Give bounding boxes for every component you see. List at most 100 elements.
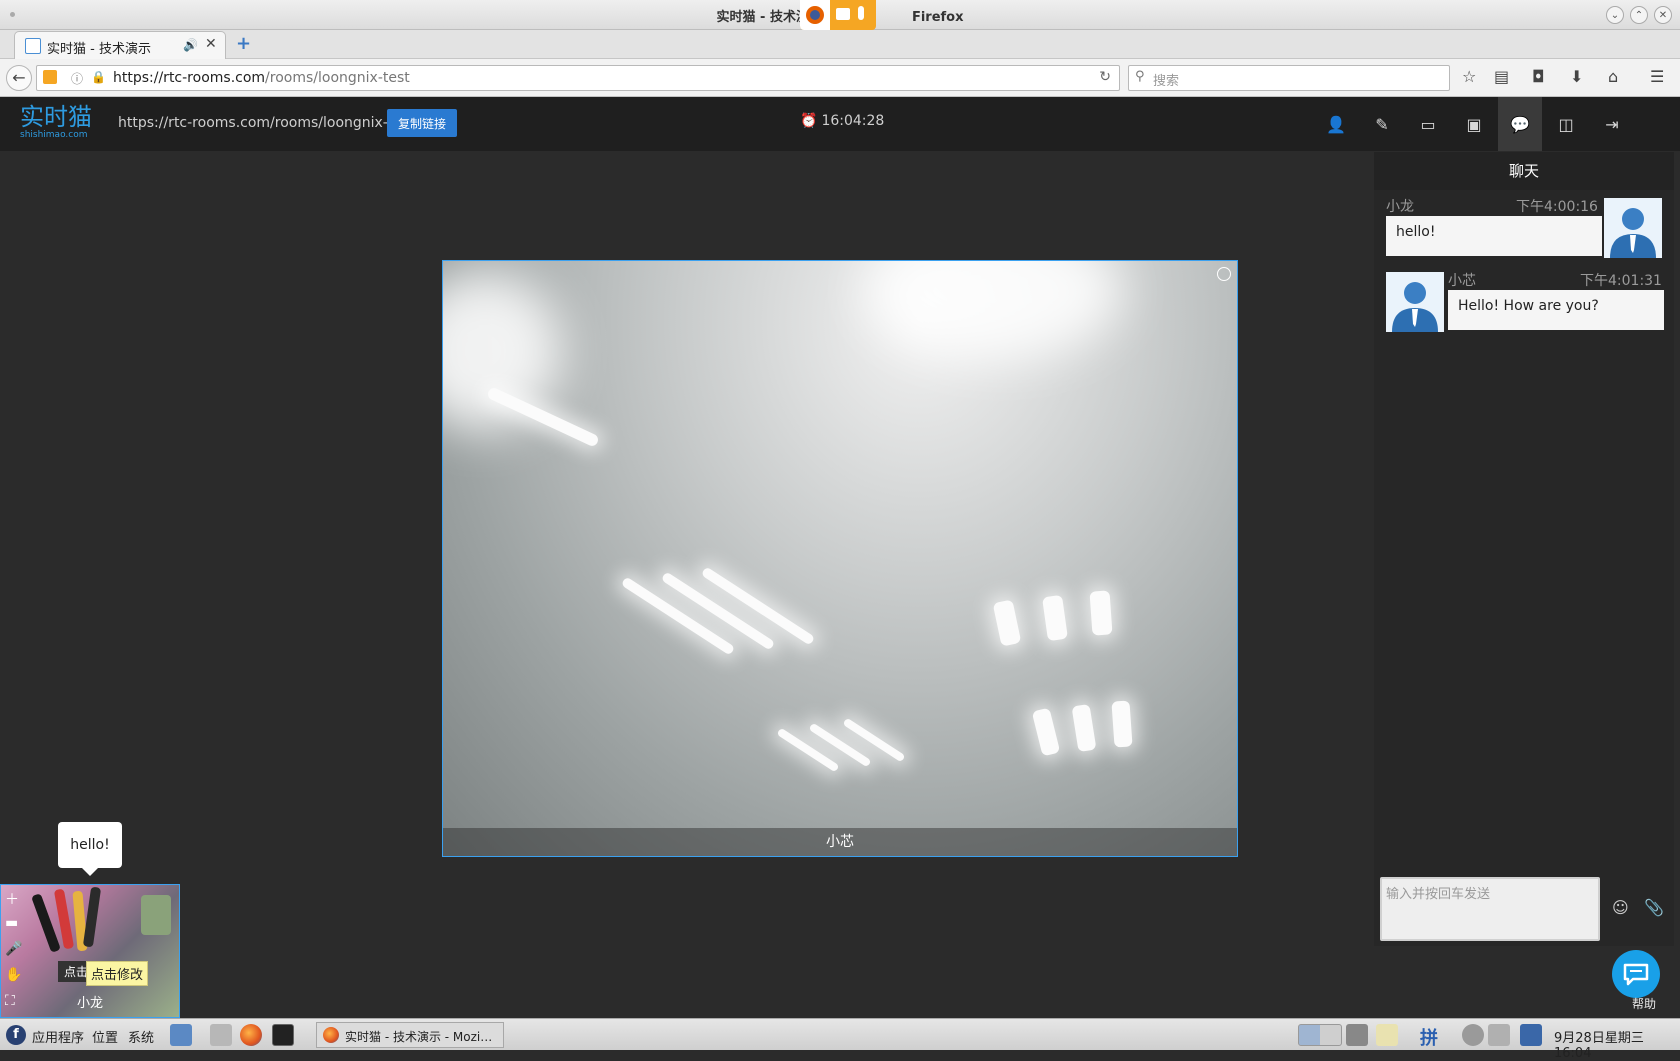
search-placeholder: 搜索	[1153, 74, 1180, 89]
network-icon[interactable]	[1520, 1024, 1542, 1046]
chat-message: 小龙 下午4:00:16 hello!	[1374, 196, 1674, 262]
home-icon[interactable]: ⌂	[1608, 67, 1618, 86]
exit-icon[interactable]: ⇥	[1590, 97, 1634, 151]
screenshot-icon[interactable]	[1346, 1024, 1368, 1046]
camera-icon	[836, 8, 850, 20]
clock-datetime[interactable]: 9月28日星期三 16:04	[1554, 1027, 1680, 1061]
call-clock: ⏰ 16:04:28	[800, 113, 884, 129]
chat-panel: 聊天 小龙 下午4:00:16 hello! 小芯 下午4:01:31 Hell…	[1374, 152, 1674, 946]
logo-domain: shishimao.com	[20, 130, 88, 140]
terminal-icon[interactable]	[272, 1024, 294, 1046]
navigation-bar: ← ⓘ 🔒 https://rtc-rooms.com/rooms/loongn…	[0, 59, 1680, 97]
local-video-name[interactable]: 小龙	[1, 992, 179, 1011]
camera-toggle-icon[interactable]: ▬	[5, 915, 18, 931]
fedora-logo-icon[interactable]: f	[6, 1025, 26, 1045]
hand-icon[interactable]: ✋	[5, 967, 22, 983]
firefox-icon	[323, 1027, 339, 1043]
chat-input[interactable]: 输入并按回车发送	[1380, 877, 1600, 941]
window-titlebar: 实时猫 - 技术演示 Firefox ⌄ ⌃ ✕	[0, 0, 1680, 30]
microphone-toggle-icon[interactable]: 🎤	[5, 941, 22, 957]
info-icon[interactable]: ⓘ	[71, 70, 83, 87]
tab-strip: 实时猫 - 技术演示 🔊 ✕ +	[0, 30, 1680, 59]
microphone-tray-icon[interactable]	[1462, 1024, 1484, 1046]
edit-icon[interactable]: ✎	[1360, 97, 1404, 151]
firefox-launcher-icon[interactable]	[240, 1024, 262, 1046]
reload-icon[interactable]: ↻	[1099, 69, 1111, 85]
ceiling-light	[1089, 590, 1113, 636]
ceiling-light	[1031, 707, 1061, 757]
alarm-clock-icon: ⏰	[800, 113, 818, 129]
download-icon[interactable]: ⬇	[1570, 67, 1583, 86]
screen-share-icon[interactable]: ▭	[1406, 97, 1450, 151]
logo-chinese: 实时猫	[20, 103, 92, 131]
message-bubble: hello!	[1386, 216, 1602, 256]
tab-label: 实时猫 - 技术演示	[47, 42, 151, 57]
search-bar[interactable]: ⚲ 搜索	[1128, 65, 1450, 91]
file-manager-icon[interactable]	[170, 1024, 192, 1046]
close-window-button[interactable]: ✕	[1654, 6, 1672, 24]
browser-tab[interactable]: 实时猫 - 技术演示 🔊 ✕	[14, 31, 226, 59]
notes-icon[interactable]	[1376, 1024, 1398, 1046]
video-info-icon[interactable]	[1217, 267, 1231, 281]
app-logo[interactable]: 实时猫 shishimao.com	[20, 104, 92, 140]
app-header: 实时猫 shishimao.com https://rtc-rooms.com/…	[0, 97, 1680, 151]
room-url: https://rtc-rooms.com/rooms/loongnix-tes…	[118, 115, 415, 131]
hamburger-menu-icon[interactable]: ☰	[1650, 67, 1664, 86]
media-sharing-indicator[interactable]	[800, 0, 876, 30]
firefox-icon	[800, 0, 830, 30]
close-tab-icon[interactable]: ✕	[205, 36, 217, 52]
ceiling-light	[1111, 700, 1133, 748]
bookmark-star-icon[interactable]: ☆	[1462, 67, 1476, 86]
url-text[interactable]: https://rtc-rooms.com/rooms/loongnix-tes…	[113, 70, 410, 86]
ceiling-light	[1071, 703, 1097, 753]
video-object	[141, 895, 171, 935]
ceiling-glow	[443, 271, 563, 431]
maximize-button[interactable]: ⌃	[1630, 6, 1648, 24]
ceiling-glow	[863, 261, 1123, 361]
clock-time: 16:04:28	[821, 113, 885, 129]
attachment-icon[interactable]: 📎	[1644, 898, 1664, 917]
document-icon[interactable]	[210, 1024, 232, 1046]
chat-bubble-icon	[1623, 963, 1649, 986]
back-button[interactable]: ←	[6, 65, 32, 91]
speaker-icon[interactable]: 🔊	[183, 38, 198, 52]
os-taskbar: f 应用程序 位置 系统 实时猫 - 技术演示 - Mozi… 拼 9月28日星…	[0, 1018, 1680, 1061]
message-sender: 小龙	[1386, 199, 1414, 215]
local-video[interactable]: ＋ ▬ 🎤 ✋ ⛶ 小龙	[0, 884, 180, 1018]
workspace-switcher[interactable]	[1298, 1024, 1342, 1046]
message-bubble: Hello! How are you?	[1448, 290, 1664, 330]
avatar	[1386, 272, 1444, 332]
layout-icon[interactable]: ◫	[1544, 97, 1588, 151]
minimize-button[interactable]: ⌄	[1606, 6, 1624, 24]
video-object	[82, 886, 102, 948]
copy-link-button[interactable]: 复制链接	[387, 109, 457, 137]
add-icon[interactable]: ＋	[5, 889, 19, 909]
remote-video[interactable]: 小芯	[442, 260, 1238, 857]
reading-list-icon[interactable]: ▤	[1494, 67, 1509, 86]
places-menu[interactable]: 位置	[92, 1027, 118, 1046]
emoji-icon[interactable]: ☺	[1612, 898, 1629, 917]
ceiling-light	[1042, 594, 1068, 642]
taskbar-window-label: 实时猫 - 技术演示 - Mozi…	[345, 1030, 493, 1044]
pocket-icon[interactable]: ◘	[1532, 67, 1545, 86]
help-button[interactable]	[1612, 950, 1660, 998]
camera-permission-icon[interactable]	[43, 70, 57, 84]
input-method-icon[interactable]: 拼	[1420, 1024, 1442, 1049]
edit-name-tooltip: 点击修改	[86, 961, 149, 986]
contacts-icon[interactable]: ▣	[1452, 97, 1496, 151]
help-label: 帮助	[1632, 997, 1657, 1011]
lock-icon[interactable]: 🔒	[91, 70, 106, 84]
chat-title: 聊天	[1374, 152, 1674, 190]
ceiling-light	[992, 599, 1022, 647]
chat-message: 小芯 下午4:01:31 Hello! How are you?	[1374, 270, 1674, 336]
system-menu[interactable]: 系统	[128, 1027, 154, 1046]
chat-icon[interactable]: 💬	[1498, 97, 1542, 151]
new-tab-button[interactable]: +	[236, 33, 251, 54]
url-bar[interactable]: ⓘ 🔒 https://rtc-rooms.com/rooms/loongnix…	[36, 65, 1120, 91]
avatar	[1604, 198, 1662, 258]
taskbar-window-button[interactable]: 实时猫 - 技术演示 - Mozi…	[316, 1022, 504, 1048]
user-icon[interactable]: 👤	[1314, 97, 1358, 151]
local-speech-bubble: hello!	[58, 822, 122, 876]
applications-menu[interactable]: 应用程序	[32, 1027, 84, 1046]
volume-icon[interactable]	[1488, 1024, 1510, 1046]
